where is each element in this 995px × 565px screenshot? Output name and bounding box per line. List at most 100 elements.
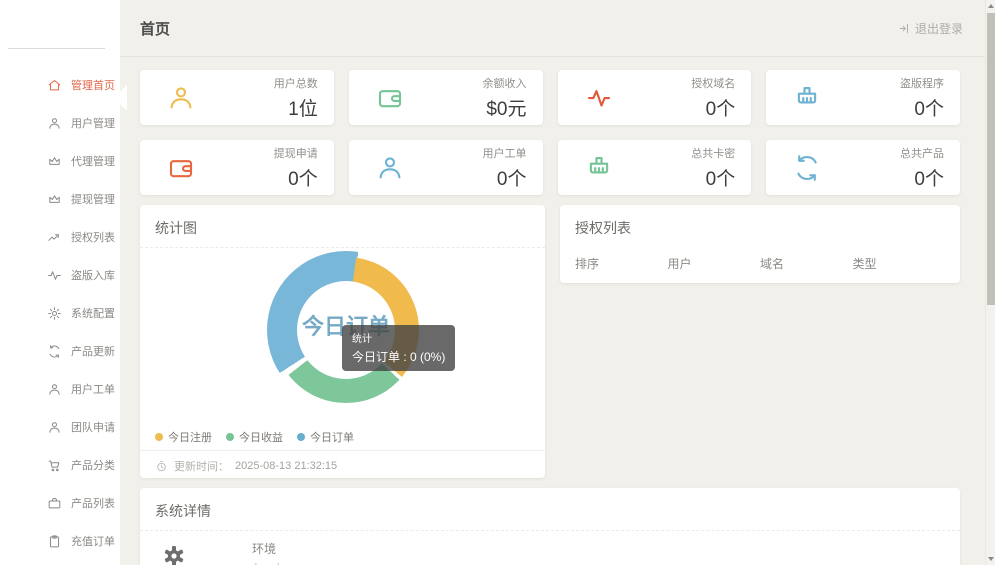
scroll-up-arrow-icon[interactable] — [988, 4, 994, 8]
sidebar-item-label: 代理管理 — [71, 153, 115, 169]
stat-card-user-tickets: 用户工单 0个 — [349, 140, 543, 195]
auth-panel-title: 授权列表 — [560, 205, 960, 247]
stat-card-total-products: 总共产品 0个 — [766, 140, 960, 195]
stat-label: 总共产品 — [900, 145, 944, 161]
update-time-value: 2025-08-13 21:32:15 — [235, 460, 337, 472]
stat-value: 0个 — [274, 164, 318, 191]
sidebar: 管理首页 用户管理 代理管理 提现管理 授权列表 — [0, 0, 120, 565]
sidebar-item-label: 用户管理 — [71, 115, 115, 131]
legend-label: 今日订单 — [310, 429, 354, 445]
crown-icon — [47, 154, 62, 169]
stat-label: 用户总数 — [274, 75, 318, 91]
system-details-panel: 系统详情 环境 Apache — [140, 488, 960, 565]
sidebar-item-label: 产品分类 — [71, 457, 115, 473]
legend-dot-icon — [155, 433, 163, 441]
wallet-icon — [375, 83, 405, 113]
sidebar-item-label: 系统配置 — [71, 305, 115, 321]
sidebar-item-product-category[interactable]: 产品分类 — [0, 446, 120, 484]
stat-value: 0个 — [900, 164, 944, 191]
system-panel-title: 系统详情 — [140, 488, 960, 531]
user-icon — [375, 153, 405, 183]
sidebar-item-withdraw-management[interactable]: 提现管理 — [0, 180, 120, 218]
page-header: 首页 退出登录 — [120, 0, 985, 57]
sidebar-item-label: 团队申请 — [71, 419, 115, 435]
brush-icon — [792, 83, 822, 113]
gear-icon — [162, 544, 186, 565]
column-header-sort: 排序 — [575, 255, 668, 272]
column-header-domain: 域名 — [760, 255, 853, 272]
sidebar-item-label: 授权列表 — [71, 229, 115, 245]
update-time-label: 更新时间： — [174, 458, 229, 474]
refresh-icon — [47, 344, 62, 359]
legend-label: 今日注册 — [168, 429, 212, 445]
user-icon — [47, 382, 62, 397]
legend-dot-icon — [297, 433, 305, 441]
crown-icon — [47, 192, 62, 207]
chart-tooltip: 统计 今日订单 : 0 (0%) — [342, 325, 455, 371]
sidebar-item-label: 提现管理 — [71, 191, 115, 207]
stat-card-auth-domains: 授权域名 0个 — [558, 70, 752, 125]
stat-cards-row-2: 提现申请 0个 用户工单 0个 总共卡密 0个 — [140, 140, 960, 195]
system-env-row: 环境 Apache — [140, 531, 960, 565]
content: 用户总数 1位 余额收入 $0元 授权域名 0个 — [120, 57, 985, 565]
user-icon — [47, 116, 62, 131]
legend-item-today-revenue[interactable]: 今日收益 — [226, 429, 283, 445]
statistics-chart-panel: 统计图 今日订单 统计 今日订单 : 0 (0%) 今日注册 今日收益 — [140, 205, 545, 478]
stat-label: 余额收入 — [483, 75, 527, 91]
tooltip-title: 统计 — [352, 330, 445, 345]
gear-icon — [47, 306, 62, 321]
auth-table-header: 排序 用户 域名 类型 — [560, 247, 960, 272]
stat-card-withdraw-requests: 提现申请 0个 — [140, 140, 334, 195]
sidebar-item-team-apply[interactable]: 团队申请 — [0, 408, 120, 446]
sidebar-item-piracy-storage[interactable]: 盗版入库 — [0, 256, 120, 294]
legend-item-today-orders[interactable]: 今日订单 — [297, 429, 354, 445]
logout-icon — [898, 22, 911, 35]
stat-card-balance-income: 余额收入 $0元 — [349, 70, 543, 125]
stat-value: 1位 — [274, 94, 318, 121]
sidebar-menu: 管理首页 用户管理 代理管理 提现管理 授权列表 — [0, 66, 120, 560]
sidebar-item-label: 充值订单 — [71, 533, 115, 549]
sidebar-item-recharge-order[interactable]: 充值订单 — [0, 522, 120, 560]
stat-label: 用户工单 — [483, 145, 527, 161]
cart-icon — [47, 458, 62, 473]
wallet-icon — [166, 153, 196, 183]
clipboard-icon — [47, 534, 62, 549]
legend-label: 今日收益 — [239, 429, 283, 445]
sidebar-divider — [8, 48, 105, 49]
sidebar-item-user-ticket[interactable]: 用户工单 — [0, 370, 120, 408]
sidebar-item-product-list[interactable]: 产品列表 — [0, 484, 120, 522]
stat-cards-row-1: 用户总数 1位 余额收入 $0元 授权域名 0个 — [140, 70, 960, 125]
pulse-icon — [584, 83, 614, 113]
scrollbar-thumb[interactable] — [987, 13, 995, 305]
env-label: 环境 — [252, 540, 289, 557]
chart-legend: 今日注册 今日收益 今日订单 — [155, 429, 354, 445]
sidebar-item-user-management[interactable]: 用户管理 — [0, 104, 120, 142]
stat-label: 总共卡密 — [691, 145, 735, 161]
sidebar-item-label: 管理首页 — [71, 77, 115, 93]
stat-card-total-cards: 总共卡密 0个 — [558, 140, 752, 195]
clock-icon — [155, 460, 168, 473]
stat-value: $0元 — [483, 94, 527, 121]
legend-dot-icon — [226, 433, 234, 441]
sidebar-item-label: 产品更新 — [71, 343, 115, 359]
sidebar-item-agent-management[interactable]: 代理管理 — [0, 142, 120, 180]
user-icon — [47, 420, 62, 435]
logout-button[interactable]: 退出登录 — [898, 20, 963, 37]
sidebar-item-admin-home[interactable]: 管理首页 — [0, 66, 120, 104]
auth-list-panel: 授权列表 排序 用户 域名 类型 — [560, 205, 960, 283]
stat-value: 0个 — [691, 94, 735, 121]
scroll-down-arrow-icon[interactable] — [988, 557, 994, 561]
page-title: 首页 — [140, 18, 170, 39]
column-header-user: 用户 — [668, 255, 761, 272]
user-icon — [166, 83, 196, 113]
sidebar-item-auth-list[interactable]: 授权列表 — [0, 218, 120, 256]
legend-item-today-register[interactable]: 今日注册 — [155, 429, 212, 445]
vertical-scrollbar[interactable] — [985, 0, 995, 565]
refresh-icon — [792, 153, 822, 183]
update-time-row: 更新时间： 2025-08-13 21:32:15 — [140, 450, 545, 481]
logout-label: 退出登录 — [915, 20, 963, 37]
sidebar-item-product-update[interactable]: 产品更新 — [0, 332, 120, 370]
sidebar-item-system-config[interactable]: 系统配置 — [0, 294, 120, 332]
panels-row: 统计图 今日订单 统计 今日订单 : 0 (0%) 今日注册 今日收益 — [140, 205, 960, 478]
column-header-type: 类型 — [853, 255, 946, 272]
